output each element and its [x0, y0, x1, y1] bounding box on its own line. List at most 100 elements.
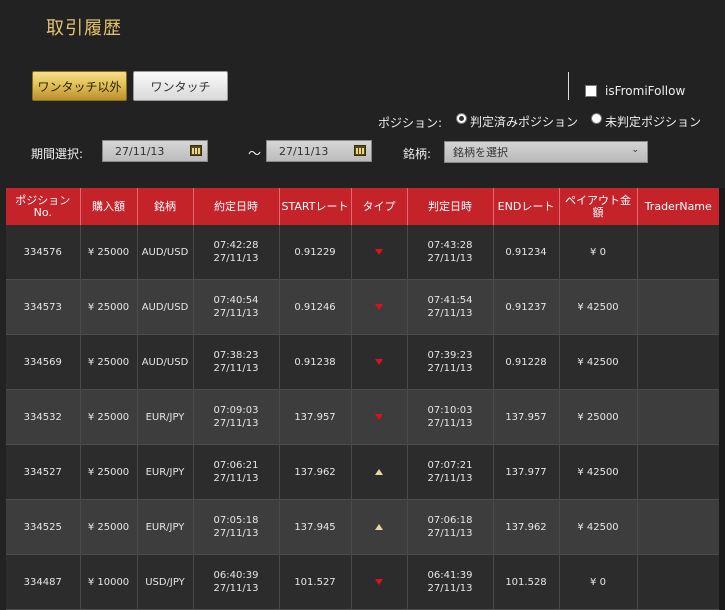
cell-exec-time: 07:40:54 — [213, 295, 259, 306]
cell-symbol: EUR/JPY — [137, 389, 194, 445]
cell-judge-time: 07:41:54 — [427, 295, 473, 306]
cell-position-no: 334573 — [6, 279, 81, 335]
cell-exec-date: 27/11/13 — [213, 363, 259, 374]
cell-type — [351, 334, 408, 390]
table-row[interactable]: 334487 ¥ 10000 USD/JPY 06:40:39 27/11/13 101.… — [6, 554, 719, 610]
col-header-amount[interactable]: 購入額 — [80, 188, 138, 225]
cell-judge: 07:07:21 27/11/13 — [407, 444, 494, 500]
table-row[interactable]: 334573 ¥ 25000 AUD/USD 07:40:54 27/11/13 0.91… — [6, 279, 719, 335]
col-header-symbol[interactable]: 銘柄 — [137, 188, 194, 225]
cell-judge: 07:41:54 27/11/13 — [407, 279, 494, 335]
cell-payout: ¥ 42500 — [559, 444, 638, 500]
cell-start-rate: 137.945 — [279, 499, 352, 555]
cell-exec: 07:09:03 27/11/13 — [193, 389, 280, 445]
cell-judge-date: 27/11/13 — [427, 308, 473, 319]
col-header-exec-time[interactable]: 約定日時 — [193, 188, 280, 225]
period-separator: ～ — [248, 147, 262, 162]
col-header-position-no[interactable]: ポジション No. — [6, 188, 81, 225]
col-header-trader-name[interactable]: TraderName — [637, 188, 719, 225]
cell-type — [351, 554, 408, 610]
history-table: ポジション No. 購入額 銘柄 約定日時 STARTレート タイプ 判定日時 … — [6, 188, 719, 610]
cell-symbol: EUR/JPY — [137, 499, 194, 555]
cell-judge-date: 27/11/13 — [427, 528, 473, 539]
cell-judge: 07:39:23 27/11/13 — [407, 334, 494, 390]
cell-amount: ¥ 25000 — [80, 444, 138, 500]
table-row[interactable]: 334576 ¥ 25000 AUD/USD 07:42:28 27/11/13 0.91… — [6, 225, 719, 280]
date-from-field[interactable]: 27/11/13 — [102, 140, 208, 162]
radio-judged-positions[interactable] — [456, 113, 467, 124]
cell-end-rate: 101.528 — [493, 554, 560, 610]
date-to-field[interactable]: 27/11/13 — [266, 140, 372, 162]
cell-type — [351, 279, 408, 335]
cell-position-no: 334569 — [6, 334, 81, 390]
radio-judged-label: 判定済みポジション — [470, 115, 579, 129]
table-row[interactable]: 334525 ¥ 25000 EUR/JPY 07:05:18 27/11/13 137.… — [6, 499, 719, 555]
isfromifollow-checkbox[interactable] — [585, 85, 597, 97]
cell-position-no: 334487 — [6, 554, 81, 610]
col-header-judge-time[interactable]: 判定日時 — [407, 188, 494, 225]
cell-payout: ¥ 42500 — [559, 499, 638, 555]
cell-exec: 07:05:18 27/11/13 — [193, 499, 280, 555]
cell-trader-name — [637, 389, 719, 445]
position-filter-label: ポジション: — [378, 116, 443, 130]
cell-amount: ¥ 25000 — [80, 499, 138, 555]
down-arrow-icon — [375, 303, 383, 310]
cell-judge-date: 27/11/13 — [427, 418, 473, 429]
divider — [568, 72, 569, 100]
cell-trader-name — [637, 279, 719, 335]
cell-exec: 07:40:54 27/11/13 — [193, 279, 280, 335]
col-header-payout[interactable]: ペイアウト金額 — [559, 188, 638, 225]
calendar-icon[interactable] — [190, 145, 202, 156]
col-header-start-rate[interactable]: STARTレート — [279, 188, 352, 225]
cell-exec: 07:42:28 27/11/13 — [193, 225, 280, 280]
cell-payout: ¥ 42500 — [559, 279, 638, 335]
tab-onetouch[interactable]: ワンタッチ — [133, 71, 228, 101]
cell-exec-time: 07:38:23 — [213, 350, 259, 361]
radio-unjudged-positions[interactable] — [591, 113, 602, 124]
cell-exec-date: 27/11/13 — [213, 583, 259, 594]
table-row[interactable]: 334527 ¥ 25000 EUR/JPY 07:06:21 27/11/13 137.… — [6, 444, 719, 500]
cell-judge: 06:41:39 27/11/13 — [407, 554, 494, 610]
date-to-value: 27/11/13 — [279, 144, 329, 158]
cell-exec-time: 07:06:21 — [213, 460, 259, 471]
cell-judge-time: 07:43:28 — [427, 240, 473, 251]
radio-unjudged-label: 未判定ポジション — [605, 115, 702, 129]
up-arrow-icon — [375, 468, 383, 475]
table-row[interactable]: 334569 ¥ 25000 AUD/USD 07:38:23 27/11/13 0.91… — [6, 334, 719, 390]
cell-amount: ¥ 25000 — [80, 279, 138, 335]
period-label: 期間選択: — [31, 147, 84, 161]
cell-symbol: AUD/USD — [137, 334, 194, 390]
cell-judge-time: 07:10:03 — [427, 405, 473, 416]
cell-end-rate: 137.962 — [493, 499, 560, 555]
cell-exec-time: 07:05:18 — [213, 515, 259, 526]
cell-judge-date: 27/11/13 — [427, 473, 473, 484]
cell-start-rate: 101.527 — [279, 554, 352, 610]
cell-payout: ¥ 25000 — [559, 389, 638, 445]
cell-exec-date: 27/11/13 — [213, 308, 259, 319]
cell-amount: ¥ 25000 — [80, 389, 138, 445]
scrollbar[interactable] — [719, 188, 725, 610]
cell-judge-time: 06:41:39 — [427, 570, 473, 581]
cell-exec-date: 27/11/13 — [213, 528, 259, 539]
cell-exec: 07:38:23 27/11/13 — [193, 334, 280, 390]
cell-exec: 07:06:21 27/11/13 — [193, 444, 280, 500]
cell-end-rate: 137.977 — [493, 444, 560, 500]
tab-non-onetouch[interactable]: ワンタッチ以外 — [32, 71, 127, 101]
cell-payout: ¥ 0 — [559, 225, 638, 280]
cell-exec-time: 07:42:28 — [213, 240, 259, 251]
page-title: 取引履歴 — [46, 18, 122, 39]
cell-start-rate: 137.957 — [279, 389, 352, 445]
cell-exec: 06:40:39 27/11/13 — [193, 554, 280, 610]
cell-judge-time: 07:07:21 — [427, 460, 473, 471]
col-header-end-rate[interactable]: ENDレート — [493, 188, 560, 225]
calendar-icon[interactable] — [354, 145, 366, 156]
cell-start-rate: 0.91229 — [279, 225, 352, 280]
brand-select[interactable]: 銘柄を選択 ⌄ — [444, 141, 648, 163]
cell-payout: ¥ 42500 — [559, 334, 638, 390]
col-header-type[interactable]: タイプ — [351, 188, 408, 225]
table-row[interactable]: 334532 ¥ 25000 EUR/JPY 07:09:03 27/11/13 137.… — [6, 389, 719, 445]
cell-judge-time: 07:06:18 — [427, 515, 473, 526]
cell-trader-name — [637, 444, 719, 500]
down-arrow-icon — [375, 578, 383, 585]
cell-symbol: USD/JPY — [137, 554, 194, 610]
